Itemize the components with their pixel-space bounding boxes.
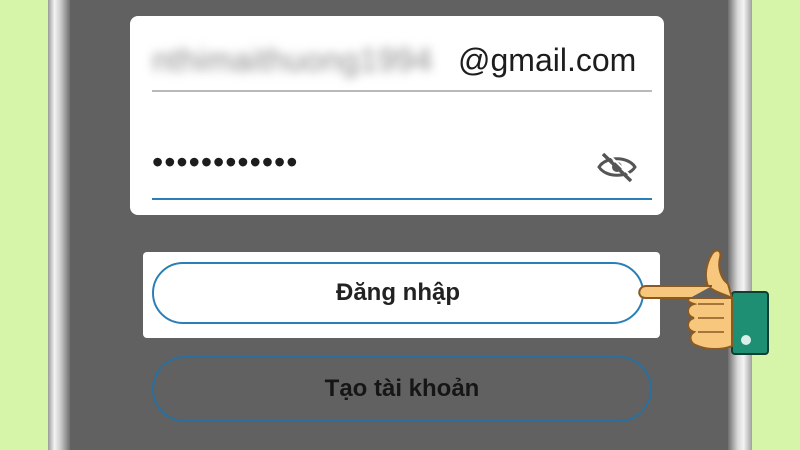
credentials-card: nthimaithuong1994 @gmail.com •••••••••••… <box>130 16 664 215</box>
create-account-button[interactable]: Tạo tài khoản <box>152 356 652 422</box>
phone-frame-right <box>728 0 752 450</box>
eye-off-icon[interactable] <box>596 150 638 184</box>
pointing-hand-icon <box>628 246 800 362</box>
password-masked-value: •••••••••••• <box>152 144 299 180</box>
password-field[interactable]: •••••••••••• <box>152 124 652 200</box>
login-button[interactable]: Đăng nhập <box>152 262 644 324</box>
email-domain: @gmail.com <box>458 42 637 78</box>
phone-frame-left <box>48 0 70 450</box>
email-field[interactable]: nthimaithuong1994 @gmail.com <box>152 28 652 92</box>
email-username-blurred: nthimaithuong1994 <box>152 42 433 78</box>
login-button-highlight: Đăng nhập <box>143 252 660 338</box>
